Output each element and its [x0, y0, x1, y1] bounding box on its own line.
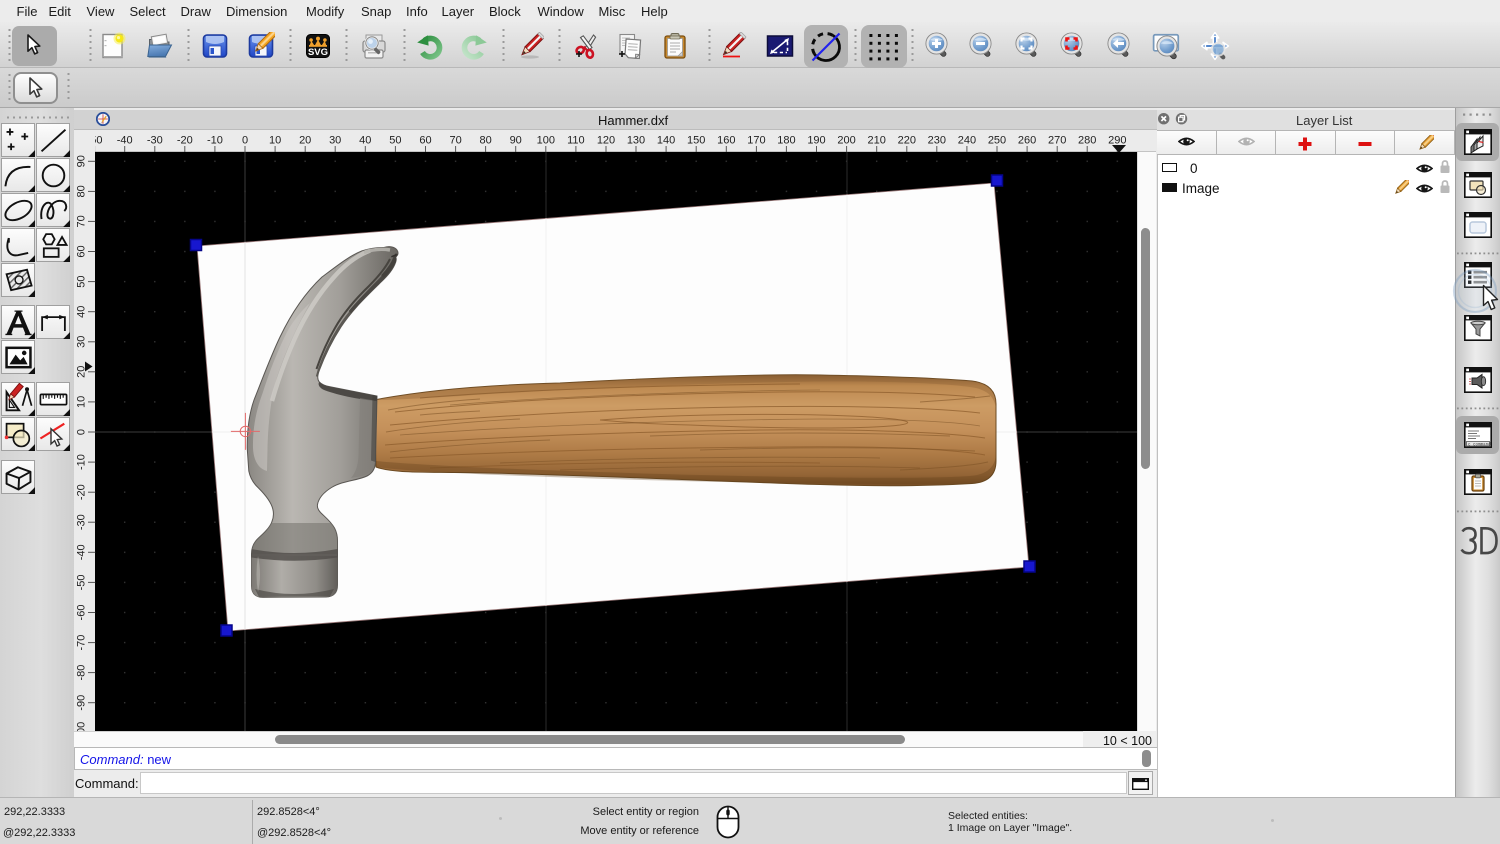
- svg-text:-50: -50: [76, 574, 88, 590]
- svg-text:50: 50: [76, 275, 88, 287]
- svg-text:240: 240: [958, 135, 976, 147]
- svg-text:290: 290: [1108, 135, 1126, 147]
- svg-text:110: 110: [567, 135, 585, 147]
- svg-text:280: 280: [1078, 135, 1096, 147]
- svg-text:10: 10: [76, 396, 88, 408]
- svg-text:SVG: SVG: [308, 47, 328, 58]
- svg-text:80: 80: [479, 135, 491, 147]
- svg-text:90: 90: [510, 135, 522, 147]
- svg-text:-10: -10: [76, 454, 88, 470]
- svg-text:-20: -20: [177, 135, 193, 147]
- svg-text:-100: -100: [76, 722, 88, 731]
- svg-text:30: 30: [76, 336, 88, 348]
- svg-text:-30: -30: [147, 135, 163, 147]
- svg-text:80: 80: [76, 185, 88, 197]
- svg-text:270: 270: [1048, 135, 1066, 147]
- svg-text:-40: -40: [76, 544, 88, 560]
- svg-text:-80: -80: [76, 665, 88, 681]
- svg-text:70: 70: [76, 215, 88, 227]
- svg-text:160: 160: [717, 135, 735, 147]
- svg-text:-90: -90: [76, 695, 88, 711]
- svg-text:-10: -10: [207, 135, 223, 147]
- svg-text:250: 250: [988, 135, 1006, 147]
- svg-text:90: 90: [76, 155, 88, 167]
- svg-text:60: 60: [76, 245, 88, 257]
- svg-text:230: 230: [928, 135, 946, 147]
- svg-text:0: 0: [76, 429, 88, 435]
- svg-text:c command: c command: [1468, 442, 1491, 447]
- svg-text:180: 180: [777, 135, 795, 147]
- svg-text:140: 140: [657, 135, 675, 147]
- svg-text:260: 260: [1018, 135, 1036, 147]
- svg-text:210: 210: [868, 135, 886, 147]
- svg-text:50: 50: [389, 135, 401, 147]
- svg-text:170: 170: [747, 135, 765, 147]
- svg-text:-40: -40: [117, 135, 133, 147]
- svg-text:60: 60: [419, 135, 431, 147]
- svg-text:220: 220: [898, 135, 916, 147]
- svg-text:200: 200: [837, 135, 855, 147]
- svg-text:40: 40: [76, 306, 88, 318]
- svg-text:20: 20: [299, 135, 311, 147]
- svg-text:120: 120: [597, 135, 615, 147]
- svg-text:-70: -70: [76, 635, 88, 651]
- svg-text:-20: -20: [76, 484, 88, 500]
- svg-text:0: 0: [242, 135, 248, 147]
- svg-text:190: 190: [807, 135, 825, 147]
- svg-text:-60: -60: [76, 605, 88, 621]
- svg-text:-50: -50: [95, 135, 103, 147]
- svg-text:100: 100: [537, 135, 555, 147]
- svg-text:-30: -30: [76, 514, 88, 530]
- svg-text:40: 40: [359, 135, 371, 147]
- svg-text:150: 150: [687, 135, 705, 147]
- svg-text:70: 70: [449, 135, 461, 147]
- svg-text:30: 30: [329, 135, 341, 147]
- svg-text:10: 10: [269, 135, 281, 147]
- svg-text:130: 130: [627, 135, 645, 147]
